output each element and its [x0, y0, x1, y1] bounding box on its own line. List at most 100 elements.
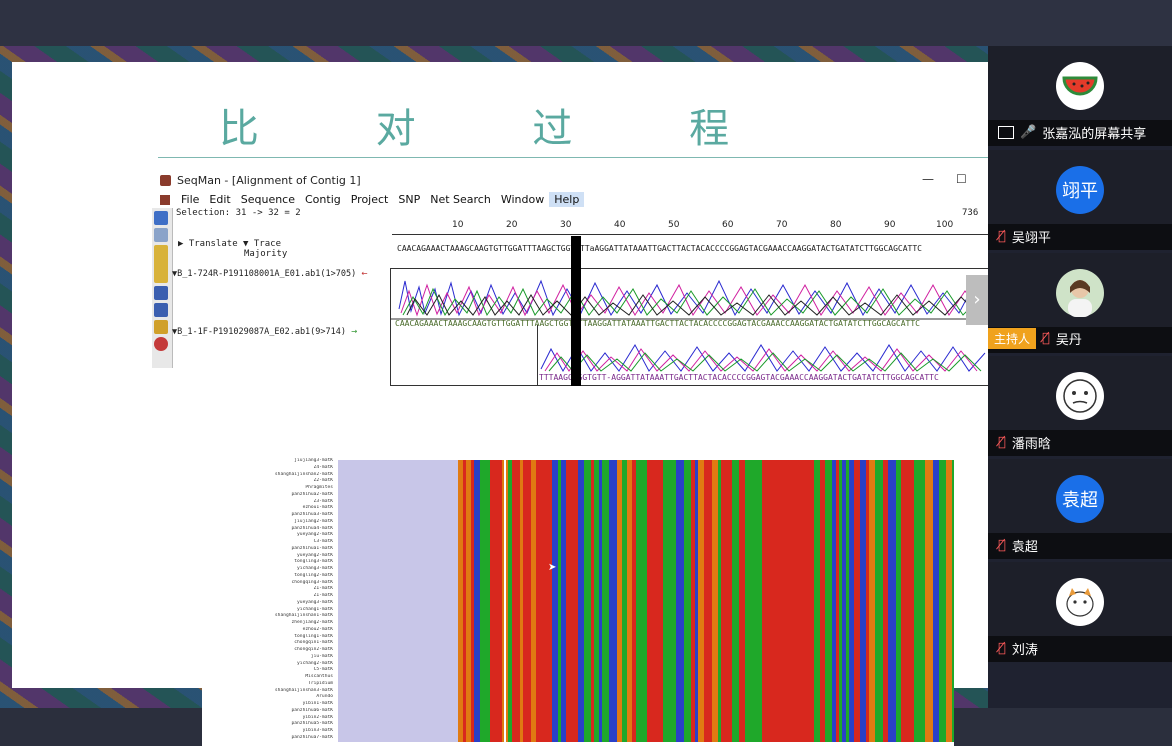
taxon-label: yueyang3-matK	[297, 599, 333, 605]
taxon-label: Arundo	[316, 694, 333, 700]
participant-name: 潘雨晗	[1011, 437, 1051, 452]
alignment-column	[695, 460, 698, 742]
zoom-in-icon[interactable]	[154, 211, 168, 225]
mic-muted-icon: 🎙̸	[998, 641, 1006, 656]
zoom-slider[interactable]	[154, 245, 168, 283]
name-row: 🎙̸ 潘雨晗	[998, 433, 1051, 452]
taxon-label: panzhihua6-matK	[291, 707, 334, 713]
alignment-column	[749, 460, 753, 742]
name-row: 🎤 张嘉泓的屏幕共享	[998, 123, 1146, 142]
taxon-label: Phragmites	[305, 485, 333, 490]
menu-project[interactable]: Project	[346, 192, 394, 207]
read1-row[interactable]: ▼B_1-724R-P191108001A_E01.ab1(1>705) ←	[172, 268, 367, 279]
alignment-column	[914, 460, 920, 742]
alignment-column	[622, 460, 627, 742]
alignment-column	[594, 460, 599, 742]
menu-snp[interactable]: SNP	[393, 192, 425, 207]
alignment-column	[901, 460, 908, 742]
alignment-column	[712, 460, 718, 742]
taxon-label: panzhihua4-matK	[291, 525, 334, 531]
edit-icon[interactable]	[154, 320, 168, 334]
taxon-label: Z1-matK	[313, 586, 333, 592]
participant-card-5[interactable]: 🎙̸ 刘涛	[988, 562, 1172, 662]
next-page-arrow-icon[interactable]: ›	[966, 275, 988, 325]
menu-edit[interactable]: Edit	[204, 192, 235, 207]
participant-card-2[interactable]: 主持人 🎙̸ 吴丹	[988, 253, 1172, 353]
taxon-label: yibin3-matK	[302, 728, 333, 733]
taxon-label: tongling2-matK	[294, 572, 333, 578]
align-right-icon[interactable]	[154, 303, 168, 317]
taxon-label: panzhihua5-matK	[291, 721, 334, 727]
expand-icon[interactable]: ▶	[178, 239, 183, 249]
menu-help[interactable]: Help	[549, 192, 585, 207]
mic-muted-icon: 🎙̸	[998, 435, 1006, 450]
menu-file[interactable]: File	[176, 192, 204, 207]
alignment-column	[729, 460, 732, 742]
alignment-column	[860, 460, 866, 742]
taxon-label: ezhou2-matK	[302, 626, 333, 632]
name-row: 🎙̸ 袁超	[998, 536, 1038, 555]
translate-trace-header: ▶ Translate ▼ Trace Majority	[178, 239, 287, 259]
meme-face-avatar-icon	[1056, 372, 1104, 420]
read2-start-divider	[537, 325, 538, 385]
alignment-column	[908, 460, 914, 742]
alignment-column	[888, 460, 896, 742]
name-row: 🎙̸ 吴翊平	[998, 227, 1051, 246]
read2-row[interactable]: ▼B_1-1F-P191029087A_E02.ab1(9>714) →	[172, 326, 357, 337]
zoom-out-icon[interactable]	[154, 228, 168, 242]
alignment-color-matrix	[338, 460, 954, 742]
tool-palette	[152, 208, 173, 368]
collapse-icon[interactable]: ▼	[243, 239, 248, 249]
cartoon-cat-avatar-icon	[1056, 578, 1104, 626]
alignment-column	[632, 460, 636, 742]
seqman-window: SeqMan - [Alignment of Contig 1] — ☐ Fil…	[152, 170, 990, 386]
forward-arrow-icon: →	[351, 326, 358, 337]
alignment-column	[617, 460, 622, 742]
alignment-column	[643, 460, 647, 742]
alignment-column	[512, 460, 520, 742]
translate-label[interactable]: Translate	[189, 239, 238, 249]
alignment-column	[815, 460, 820, 742]
maximize-button[interactable]: ☐	[956, 172, 967, 186]
stop-icon[interactable]	[154, 337, 168, 351]
alignment-column	[558, 460, 561, 742]
align-left-icon[interactable]	[154, 286, 168, 300]
participant-card-3[interactable]: 🎙̸ 潘雨晗	[988, 356, 1172, 456]
trace-label[interactable]: Trace	[254, 239, 281, 249]
alignment-column	[704, 460, 707, 742]
alignment-column	[647, 460, 655, 742]
participant-card-1[interactable]: 翊平 🎙̸ 吴翊平	[988, 150, 1172, 250]
seqman-app-icon	[160, 175, 171, 186]
taxon-label: yibin1-matK	[302, 701, 333, 706]
alignment-column	[676, 460, 680, 742]
participant-card-4[interactable]: 袁超 🎙̸ 袁超	[988, 459, 1172, 559]
alignment-column	[756, 460, 762, 742]
alignment-column	[536, 460, 543, 742]
alignment-column	[599, 460, 602, 742]
taxon-label: Tripidium	[308, 680, 333, 686]
taxon-label: zhenjiang2-matK	[291, 620, 334, 625]
trace-panel[interactable]: CAACAGAAACTAAAGCAAGTGTTGGATTTAAGCTGGTGTT…	[390, 268, 990, 386]
menu-window[interactable]: Window	[496, 192, 549, 207]
menu-net-search[interactable]: Net Search	[425, 192, 496, 207]
ruler-tick: 40	[614, 220, 626, 230]
taxon-label: C3-matK	[313, 539, 333, 544]
title-divider	[158, 157, 988, 158]
menu-sequence[interactable]: Sequence	[236, 192, 300, 207]
alignment-column	[820, 460, 825, 742]
ruler-tick: 80	[830, 220, 842, 230]
alignment-column	[836, 460, 839, 742]
taxon-label: panzhihua3-matK	[291, 512, 334, 517]
taxon-label: shanghaijinshan1-matK	[274, 613, 333, 619]
alignment-column	[854, 460, 860, 742]
minimize-button[interactable]: —	[922, 172, 934, 186]
taxon-label: yichang3-matK	[297, 566, 333, 571]
avatar: 袁超	[1056, 475, 1104, 523]
taxon-label: panzhihua1-matK	[291, 545, 334, 551]
taxon-label: yueyang2-matK	[297, 552, 333, 558]
alignment-column	[474, 460, 480, 742]
menu-contig[interactable]: Contig	[300, 192, 346, 207]
alignment-column	[584, 460, 591, 742]
alignment-column	[846, 460, 849, 742]
participant-card-0[interactable]: 🎤 张嘉泓的屏幕共享	[988, 46, 1172, 146]
